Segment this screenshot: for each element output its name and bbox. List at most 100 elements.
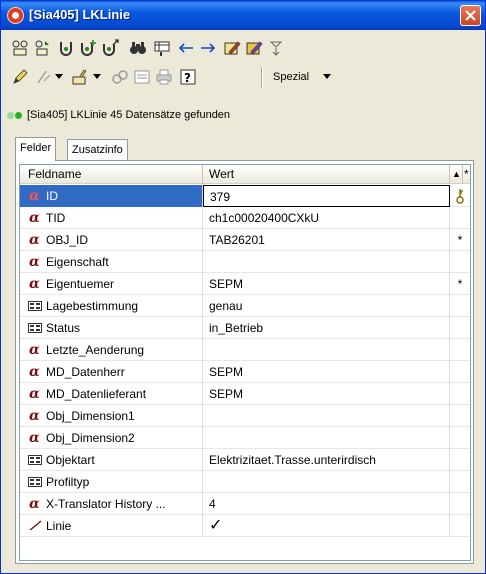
table-row[interactable]: α Eigenschaft	[20, 251, 470, 273]
magnet-plus-icon[interactable]	[77, 37, 99, 59]
table-row[interactable]: α ID 379	[20, 185, 470, 207]
column-header-star[interactable]: *	[463, 165, 470, 184]
field-value-cell[interactable]	[203, 471, 450, 493]
field-value-cell[interactable]	[203, 405, 450, 427]
field-name-cell[interactable]: α X-Translator History ...	[20, 493, 203, 515]
form-view-icon[interactable]	[131, 66, 153, 88]
tree-icon[interactable]	[9, 37, 31, 59]
field-name-cell[interactable]: Linie	[20, 515, 203, 537]
field-name-cell[interactable]: α Eigenschaft	[20, 251, 203, 273]
secondary-toolbar: ? Spezial	[5, 64, 481, 91]
table-row[interactable]: α Eigentuemer SEPM *	[20, 273, 470, 295]
table-row[interactable]: α Obj_Dimension2	[20, 427, 470, 449]
link-icon[interactable]	[109, 66, 131, 88]
alpha-icon: α	[29, 408, 40, 424]
insert-record-icon[interactable]	[69, 66, 91, 88]
field-value-cell[interactable]: SEPM	[203, 361, 450, 383]
table-row[interactable]: α X-Translator History ... 4	[20, 493, 470, 515]
magnet-icon[interactable]	[55, 37, 77, 59]
table-row[interactable]: α OBJ_ID TAB26201 *	[20, 229, 470, 251]
table-row[interactable]: Profiltyp	[20, 471, 470, 493]
table-row[interactable]: α MD_Datenlieferant SEPM	[20, 383, 470, 405]
close-icon	[465, 10, 476, 21]
table-row[interactable]: Objektart Elektrizitaet.Trasse.unterirdis…	[20, 449, 470, 471]
field-name-cell[interactable]: α OBJ_ID	[20, 229, 203, 251]
line-draw-dropdown-icon[interactable]	[53, 66, 65, 88]
edit-form-yellow-icon[interactable]	[243, 37, 265, 59]
field-value-cell[interactable]	[203, 251, 450, 273]
app-icon	[7, 7, 24, 24]
title-bar[interactable]: [Sia405] LKLinie	[1, 1, 485, 30]
column-header-feldname[interactable]: Feldname	[20, 165, 203, 184]
field-name-cell[interactable]: α MD_Datenlieferant	[20, 383, 203, 405]
key-icon	[456, 189, 464, 204]
field-value-cell[interactable]: genau	[203, 295, 450, 317]
field-value-text: TAB26201	[209, 233, 265, 247]
edit-form-icon[interactable]	[221, 37, 243, 59]
table-row[interactable]: Lagebestimmung genau	[20, 295, 470, 317]
field-value-input[interactable]: 379	[203, 185, 450, 207]
field-value-text: genau	[209, 299, 243, 313]
help-icon[interactable]: ?	[177, 66, 199, 88]
field-value-cell[interactable]	[203, 339, 450, 361]
field-value-text: SEPM	[209, 365, 244, 379]
table-row[interactable]: α Obj_Dimension1	[20, 405, 470, 427]
field-value-cell[interactable]: ch1c00020400CXkU	[203, 207, 450, 229]
field-value-cell[interactable]: SEPM	[203, 273, 450, 295]
arrow-right-icon[interactable]	[197, 37, 219, 59]
field-flag-cell	[450, 471, 470, 493]
table-row[interactable]: Status in_Betrieb	[20, 317, 470, 339]
field-flag-cell: *	[450, 273, 470, 295]
list-icon	[28, 455, 42, 465]
field-name-cell[interactable]: Profiltyp	[20, 471, 203, 493]
insert-dropdown-icon[interactable]	[91, 66, 103, 88]
grid-header: Feldname Wert ▲ *	[20, 165, 470, 184]
field-flag-cell	[450, 317, 470, 339]
table-row[interactable]: α Letzte_Aenderung	[20, 339, 470, 361]
field-name-cell[interactable]: α Letzte_Aenderung	[20, 339, 203, 361]
field-value-cell[interactable]: SEPM	[203, 383, 450, 405]
table-row[interactable]: α TID ch1c00020400CXkU	[20, 207, 470, 229]
field-name-cell[interactable]: α Obj_Dimension1	[20, 405, 203, 427]
field-value-cell[interactable]: in_Betrieb	[203, 317, 450, 339]
print-icon[interactable]	[153, 66, 175, 88]
field-name-cell[interactable]: Objektart	[20, 449, 203, 471]
field-value-cell[interactable]	[203, 427, 450, 449]
field-value-cell[interactable]: 4	[203, 493, 450, 515]
tree-up-icon[interactable]	[31, 37, 53, 59]
pencil-icon[interactable]	[9, 66, 31, 88]
binoculars-icon[interactable]	[127, 37, 149, 59]
toolbar-separator	[261, 67, 263, 88]
alpha-icon: α	[29, 254, 40, 270]
table-row[interactable]: Linie ✓	[20, 515, 470, 537]
arrow-left-icon[interactable]	[175, 37, 197, 59]
column-header-sort[interactable]: ▲	[450, 165, 463, 184]
field-name-cell[interactable]: α MD_Datenherr	[20, 361, 203, 383]
field-name-text: Eigenschaft	[46, 255, 109, 269]
field-name-cell[interactable]: α Eigentuemer	[20, 273, 203, 295]
magnet-arrow-icon[interactable]	[99, 37, 121, 59]
field-name-cell[interactable]: Lagebestimmung	[20, 295, 203, 317]
field-value-cell[interactable]: Elektrizitaet.Trasse.unterirdisch	[203, 449, 450, 471]
field-name-cell[interactable]: Status	[20, 317, 203, 339]
table-row[interactable]: α MD_Datenherr SEPM	[20, 361, 470, 383]
alpha-icon: α	[29, 342, 40, 358]
field-value-cell[interactable]: ✓	[203, 515, 450, 537]
field-name-cell[interactable]: α ID	[20, 185, 203, 207]
tab-felder[interactable]: Felder	[15, 137, 57, 161]
sort-down-icon[interactable]	[265, 37, 287, 59]
column-header-wert[interactable]: Wert	[203, 165, 450, 184]
field-name-text: Lagebestimmung	[46, 299, 139, 313]
tab-zusatzinfo[interactable]: Zusatzinfo	[67, 139, 128, 161]
spezial-menu-button[interactable]: Spezial	[267, 66, 337, 88]
line-draw-icon[interactable]	[33, 66, 55, 88]
field-value-cell[interactable]: TAB26201	[203, 229, 450, 251]
close-button[interactable]	[460, 5, 481, 26]
tab-panel-felder: Feldname Wert ▲ * α ID 379 α TID ch1c00020400…	[15, 160, 474, 564]
alpha-icon: α	[29, 364, 40, 380]
field-flag-cell	[450, 515, 470, 537]
field-name-cell[interactable]: α Obj_Dimension2	[20, 427, 203, 449]
field-name-cell[interactable]: α TID	[20, 207, 203, 229]
main-toolbar	[5, 35, 481, 62]
filter-table-icon[interactable]	[151, 37, 173, 59]
